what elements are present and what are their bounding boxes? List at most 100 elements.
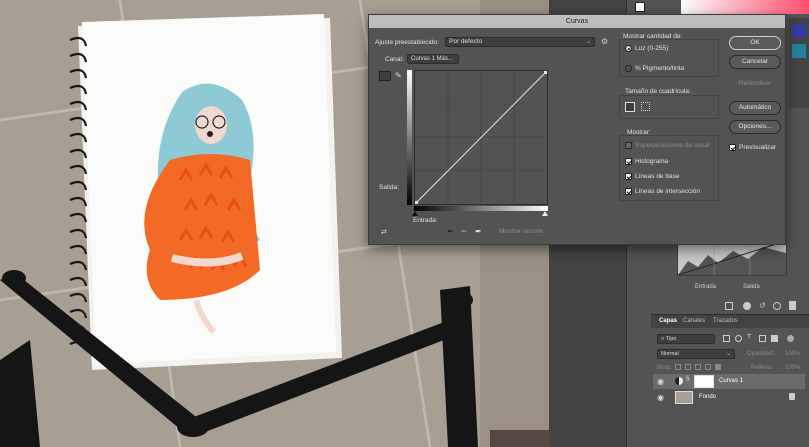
lock-artboard-icon[interactable] <box>705 364 711 370</box>
input-gradient-bar <box>414 206 548 211</box>
filter-icons: T <box>723 334 803 344</box>
adjustment-layer-icon <box>675 377 683 385</box>
layers-tabbar: Capas Canales Trazados <box>651 315 809 328</box>
lock-icon <box>789 393 795 400</box>
mini-input-label: Entrada <box>695 284 717 290</box>
light-radio[interactable] <box>625 45 632 52</box>
light-radio-label[interactable]: Luz (0-255) <box>635 45 668 52</box>
smooth-button[interactable]: Redondear <box>729 78 781 92</box>
ok-button[interactable]: OK <box>729 36 781 50</box>
eye-icon[interactable]: ◉ <box>657 377 664 386</box>
channel-label: Canal: <box>385 56 404 63</box>
curves-dialog: Curvas Ajuste preestablecido: Por defect… <box>368 14 786 245</box>
histogram-label[interactable]: Histograma <box>635 158 668 165</box>
layer-thumbnail[interactable] <box>675 391 693 404</box>
layer-kind-filter[interactable]: ⌕ Tipo <box>657 334 715 344</box>
cancel-button[interactable]: Cancelar <box>729 55 781 69</box>
search-icon: ⌕ <box>661 336 665 342</box>
options-button[interactable]: Opciones... <box>729 120 781 134</box>
pixel-filter-icon[interactable] <box>723 335 730 342</box>
lock-all-icon[interactable] <box>715 364 721 370</box>
layer-name[interactable]: Fondo <box>699 394 716 400</box>
dialog-title: Curvas <box>369 15 785 28</box>
chevron-down-icon: ⌄ <box>585 39 591 45</box>
histogram-checkbox[interactable] <box>625 158 632 165</box>
simple-grid-icon[interactable] <box>625 102 635 112</box>
visibility-icon[interactable] <box>743 302 751 310</box>
channel-value: Curvas 1 Más... <box>411 56 454 62</box>
side-toolstrip <box>789 18 809 108</box>
properties-footer: ↺ <box>719 300 809 312</box>
trash-icon[interactable] <box>789 301 796 310</box>
baseline-checkbox[interactable] <box>625 173 632 180</box>
preset-label: Ajuste preestablecido: <box>375 39 439 46</box>
show-clipping-label[interactable]: Mostrar recorte <box>499 228 543 235</box>
lock-pixels-icon[interactable] <box>675 364 681 370</box>
intersection-checkbox[interactable] <box>625 188 632 195</box>
input-label: Entrada: <box>413 217 438 224</box>
preset-value: Por defecto <box>449 38 483 45</box>
grid-size-title: Tamaño de cuadrícula: <box>625 88 691 95</box>
gear-icon[interactable]: ⚙ <box>601 37 608 46</box>
channel-select[interactable]: Curvas 1 Más... <box>407 54 459 64</box>
tool-icon[interactable] <box>792 44 806 58</box>
smart-filter-icon[interactable] <box>771 335 778 342</box>
curve-graph[interactable] <box>414 70 548 205</box>
preview-label[interactable]: Previsualizar <box>739 144 776 151</box>
channel-overlays-label: Superposiciones de canal <box>635 142 710 149</box>
white-point-slider[interactable] <box>542 211 548 216</box>
black-point-slider[interactable] <box>412 211 418 216</box>
lock-paint-icon[interactable] <box>685 364 691 370</box>
kind-filter-value: Tipo <box>665 336 677 342</box>
output-gradient-bar <box>407 70 412 205</box>
tab-canales[interactable]: Canales <box>683 318 705 324</box>
link-icon: § <box>686 376 690 382</box>
layer-row-fondo[interactable]: ◉ Fondo <box>653 390 805 405</box>
pigment-radio[interactable] <box>625 65 632 72</box>
shape-filter-icon[interactable] <box>759 335 766 342</box>
layer-row-curvas[interactable]: ◉ § Curvas 1 <box>653 374 805 389</box>
black-eyedropper-icon[interactable]: ✒ <box>447 227 454 236</box>
pigment-radio-label[interactable]: % Pigmento/tinta <box>635 65 684 72</box>
auto-button[interactable]: Automático <box>729 101 781 115</box>
opacity-label: Opacidad: <box>747 351 775 357</box>
lock-move-icon[interactable] <box>695 364 701 370</box>
fill-value[interactable]: 100% <box>785 365 800 371</box>
preset-select[interactable]: Por defecto ⌄ <box>445 37 595 47</box>
type-filter-icon[interactable]: T <box>747 334 751 341</box>
adjustment-filter-icon[interactable] <box>735 335 742 342</box>
reset-icon[interactable]: ↺ <box>759 301 766 310</box>
tab-trazados[interactable]: Trazados <box>713 318 738 324</box>
filter-toggle-icon[interactable] <box>787 335 794 342</box>
gray-eyedropper-icon[interactable]: ✒ <box>461 227 468 236</box>
blend-mode-value: Normal <box>661 351 679 357</box>
blend-mode-select[interactable]: Normal ⌄ <box>657 349 735 359</box>
color-swatch-area[interactable] <box>629 0 659 14</box>
mini-output-label: Salida <box>743 284 760 290</box>
channel-overlays-checkbox[interactable] <box>625 142 632 149</box>
preview-checkbox[interactable] <box>729 144 736 151</box>
properties-curve-preview <box>677 240 787 276</box>
lock-label: Bloq.: <box>657 365 673 371</box>
opacity-value[interactable]: 100% <box>785 351 800 357</box>
screen: Entrada Salida ↺ Capas Canales Trazados … <box>0 0 809 447</box>
white-eyedropper-icon[interactable]: ✒ <box>475 227 482 236</box>
eye-icon[interactable] <box>773 302 781 310</box>
layer-mask-thumbnail[interactable] <box>694 375 714 388</box>
clip-icon[interactable] <box>725 302 733 310</box>
eye-icon[interactable]: ◉ <box>657 393 664 402</box>
detailed-grid-icon[interactable] <box>641 102 650 111</box>
output-label: Salida: <box>379 184 399 191</box>
intersection-label[interactable]: Líneas de intersección <box>635 188 700 195</box>
curve-point-tool-icon[interactable] <box>379 71 391 81</box>
chevron-down-icon: ⌄ <box>725 351 731 357</box>
tool-icon[interactable] <box>792 24 806 38</box>
fill-label: Relleno: <box>751 365 774 371</box>
on-image-adjust-icon[interactable]: ⇄ <box>381 228 387 236</box>
baseline-label[interactable]: Líneas de base <box>635 173 679 180</box>
pencil-tool-icon[interactable]: ✎ <box>395 71 402 80</box>
color-picker[interactable] <box>681 0 809 14</box>
tab-capas[interactable]: Capas <box>659 318 677 324</box>
layer-name[interactable]: Curvas 1 <box>719 378 743 384</box>
lock-icons <box>675 364 735 372</box>
